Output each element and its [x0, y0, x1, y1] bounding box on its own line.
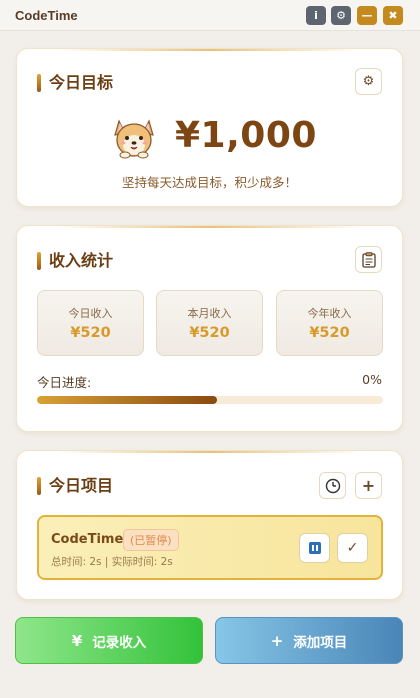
projects-card: 今日项目 + CodeTime (已暂停) 总时间: 2s | 实际时间: 2s…: [16, 450, 403, 600]
title-bar: CodeTime i ⚙ — ✖: [0, 0, 420, 31]
add-project-label: 添加项目: [293, 634, 348, 651]
stat-label: 今日收入: [68, 307, 113, 320]
check-icon: ✓: [346, 540, 359, 556]
progress-fill: [37, 396, 217, 404]
income-stats-card: 收入统计 今日收入 ¥520 本月收入 ¥520 今年收入 ¥520 今日进度:…: [16, 225, 403, 432]
gear-icon: ⚙: [362, 74, 375, 89]
progress-bar: [37, 396, 383, 404]
goal-title: 今日目标: [37, 73, 113, 93]
goal-settings-button[interactable]: ⚙: [355, 68, 382, 95]
pause-icon: [308, 542, 321, 554]
add-project-icon-button[interactable]: +: [355, 472, 382, 499]
stats-title: 收入统计: [37, 251, 113, 271]
project-item[interactable]: CodeTime (已暂停) 总时间: 2s | 实际时间: 2s ✓: [37, 515, 383, 580]
project-name: CodeTime: [51, 532, 124, 547]
stat-today: 今日收入 ¥520: [37, 290, 144, 356]
close-button[interactable]: ✖: [383, 6, 403, 25]
settings-button[interactable]: ⚙: [331, 6, 351, 25]
project-times: 总时间: 2s | 实际时间: 2s: [51, 556, 173, 568]
stat-month: 本月收入 ¥520: [156, 290, 263, 356]
stat-value: ¥520: [309, 325, 350, 341]
projects-title: 今日项目: [37, 476, 113, 496]
goal-motto: 坚持每天达成目标，积少成多！: [121, 175, 297, 190]
info-button[interactable]: i: [306, 6, 326, 25]
stat-label: 今年收入: [307, 307, 352, 320]
progress-percent: 0%: [362, 372, 382, 387]
add-project-button[interactable]: + 添加项目: [215, 617, 403, 664]
goal-amount: ¥1,000: [175, 115, 317, 156]
complete-project-button[interactable]: ✓: [337, 533, 368, 563]
stat-label: 本月收入: [187, 307, 232, 320]
stat-year: 今年收入 ¥520: [276, 290, 383, 356]
history-button[interactable]: [319, 472, 346, 499]
app-title: CodeTime: [15, 8, 78, 23]
clipboard-icon: [361, 251, 376, 268]
clock-icon: [325, 478, 340, 493]
minimize-button[interactable]: —: [357, 6, 377, 25]
record-income-label: 记录收入: [92, 634, 147, 651]
plus-icon: +: [361, 476, 376, 495]
goal-card: 今日目标 ⚙ ¥1,000 坚持每天达成目标，积少成多！: [16, 48, 403, 207]
project-status-badge: (已暂停): [123, 529, 179, 551]
stat-value: ¥520: [189, 325, 230, 341]
record-income-button[interactable]: ¥ 记录收入: [15, 617, 203, 664]
stat-value: ¥520: [70, 325, 111, 341]
dog-mascot-icon: [114, 119, 154, 159]
stats-report-button[interactable]: [355, 246, 382, 273]
plus-icon: +: [270, 631, 284, 650]
yen-icon: ¥: [71, 631, 83, 650]
pause-resume-button[interactable]: [299, 533, 330, 563]
progress-label: 今日进度:: [37, 375, 92, 390]
